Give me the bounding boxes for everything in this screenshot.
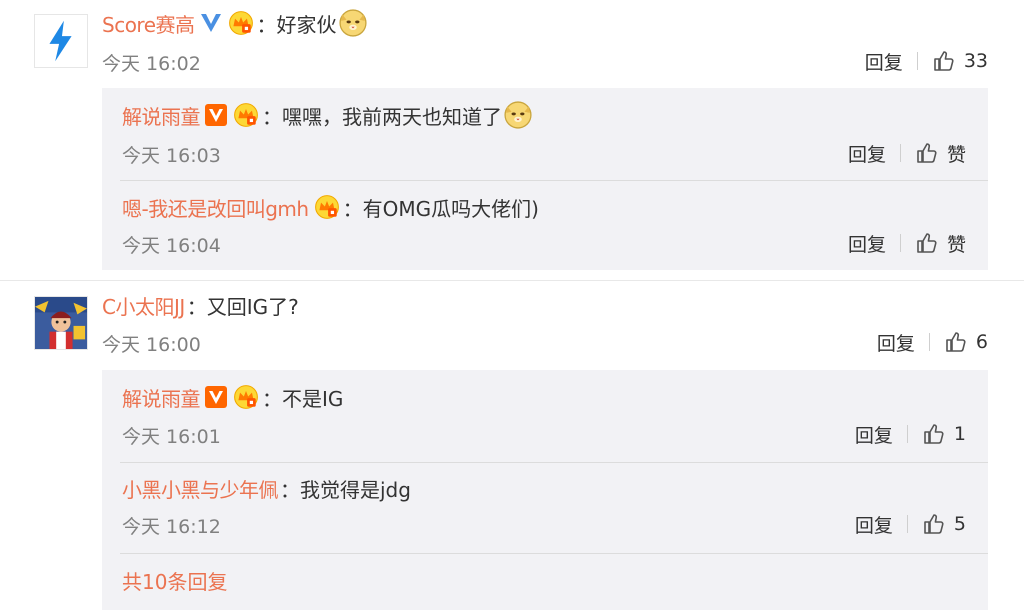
thumbs-up-icon <box>917 233 937 253</box>
reply-button[interactable]: 回复 <box>855 421 893 448</box>
like-button[interactable]: 6 <box>944 330 988 354</box>
reply-button[interactable]: 回复 <box>865 48 903 75</box>
username[interactable]: 解说雨童 <box>122 101 201 130</box>
reply-actions: 回复 赞 <box>848 139 966 167</box>
comment-header: C小太阳JJ ： 又回IG了? <box>102 290 299 320</box>
more-replies-link[interactable]: 共10条回复 <box>122 566 227 595</box>
divider <box>916 52 918 70</box>
member-crown-icon[interactable] <box>232 384 260 410</box>
divider <box>899 234 901 252</box>
timestamp: 今天 16:00 <box>102 334 201 356</box>
like-count: 1 <box>953 423 966 445</box>
colon: ： <box>280 477 300 502</box>
colon: ： <box>262 104 282 129</box>
like-label: 赞 <box>946 143 966 166</box>
timestamp: 今天 16:01 <box>122 426 221 448</box>
reply-actions: 回复 1 <box>855 420 966 448</box>
reply-button[interactable]: 回复 <box>848 140 886 167</box>
timestamp: 今天 16:12 <box>122 516 221 538</box>
thumbs-up-icon <box>924 514 944 534</box>
reply-text: 不是IG <box>282 386 344 411</box>
cartoon-avatar-icon <box>35 297 87 349</box>
timestamp: 今天 16:04 <box>122 235 221 257</box>
comment-text: 好家伙 <box>276 12 337 37</box>
reply-header: 解说雨童 ： 嘿嘿，我前两天也知道了 <box>122 100 532 130</box>
timestamp: 今天 16:02 <box>102 53 201 75</box>
reply-actions: 回复 5 <box>855 510 966 538</box>
verified-v-icon <box>204 104 228 126</box>
divider <box>906 515 908 533</box>
thumbs-up-icon <box>934 51 954 71</box>
like-button[interactable]: 赞 <box>915 140 966 167</box>
doge-emoji-icon <box>504 101 532 129</box>
like-button[interactable]: 33 <box>932 49 988 73</box>
reply-text: 我觉得是jdg <box>300 477 411 502</box>
reply-button[interactable]: 回复 <box>848 230 886 257</box>
like-button[interactable]: 5 <box>922 512 966 536</box>
comment-actions: 回复 33 <box>865 47 988 75</box>
like-count: 33 <box>963 50 988 72</box>
divider <box>120 462 988 463</box>
avatar[interactable] <box>34 14 88 68</box>
member-crown-icon[interactable] <box>313 194 341 220</box>
verified-v-icon <box>204 386 228 408</box>
colon: ： <box>186 294 207 319</box>
username[interactable]: 解说雨童 <box>122 383 201 412</box>
reply-button[interactable]: 回复 <box>877 329 915 356</box>
username[interactable]: Score赛高 <box>102 9 195 38</box>
thumbs-up-icon <box>917 143 937 163</box>
username[interactable]: C小太阳JJ <box>102 291 185 320</box>
member-crown-icon[interactable] <box>232 102 260 128</box>
avatar[interactable] <box>34 296 88 350</box>
reply-header: 解说雨童 ： 不是IG <box>122 382 343 412</box>
reply-text: 有OMG瓜吗大佬们) <box>362 196 539 221</box>
timestamp: 今天 16:03 <box>122 145 221 167</box>
divider <box>928 333 930 351</box>
divider <box>120 180 988 181</box>
comment-header: Score赛高 ： 好家伙 <box>102 8 367 38</box>
divider <box>906 425 908 443</box>
username[interactable]: 嗯-我还是改回叫gmh <box>122 193 309 222</box>
divider <box>120 553 988 554</box>
lightning-logo-icon <box>35 15 87 67</box>
username[interactable]: 小黑小黑与少年佩 <box>122 474 279 503</box>
verified-v-icon <box>199 12 223 34</box>
reply-actions: 回复 赞 <box>848 229 966 257</box>
like-button[interactable]: 1 <box>922 422 966 446</box>
comments-panel: Score赛高 ： 好家伙 今天 16:02 回复 33 解说雨童 ： 嘿嘿，我… <box>0 0 1024 610</box>
colon: ： <box>256 12 277 37</box>
doge-emoji-icon <box>338 9 367 37</box>
comment-divider <box>0 280 1024 281</box>
like-count: 5 <box>953 513 966 535</box>
member-crown-icon[interactable] <box>227 10 255 36</box>
thumbs-up-icon <box>924 424 944 444</box>
comment-actions: 回复 6 <box>877 328 988 356</box>
thumbs-up-icon <box>946 332 966 352</box>
reply-button[interactable]: 回复 <box>855 511 893 538</box>
like-button[interactable]: 赞 <box>915 230 966 257</box>
colon: ： <box>262 386 282 411</box>
reply-text: 嘿嘿，我前两天也知道了 <box>282 104 502 129</box>
reply-header: 小黑小黑与少年佩 ： 我觉得是jdg <box>122 473 411 503</box>
colon: ： <box>342 196 363 221</box>
like-count: 6 <box>975 331 988 353</box>
divider <box>899 144 901 162</box>
reply-header: 嗯-我还是改回叫gmh ： 有OMG瓜吗大佬们) <box>122 192 539 222</box>
like-label: 赞 <box>946 233 966 256</box>
comment-text: 又回IG了? <box>206 294 299 319</box>
